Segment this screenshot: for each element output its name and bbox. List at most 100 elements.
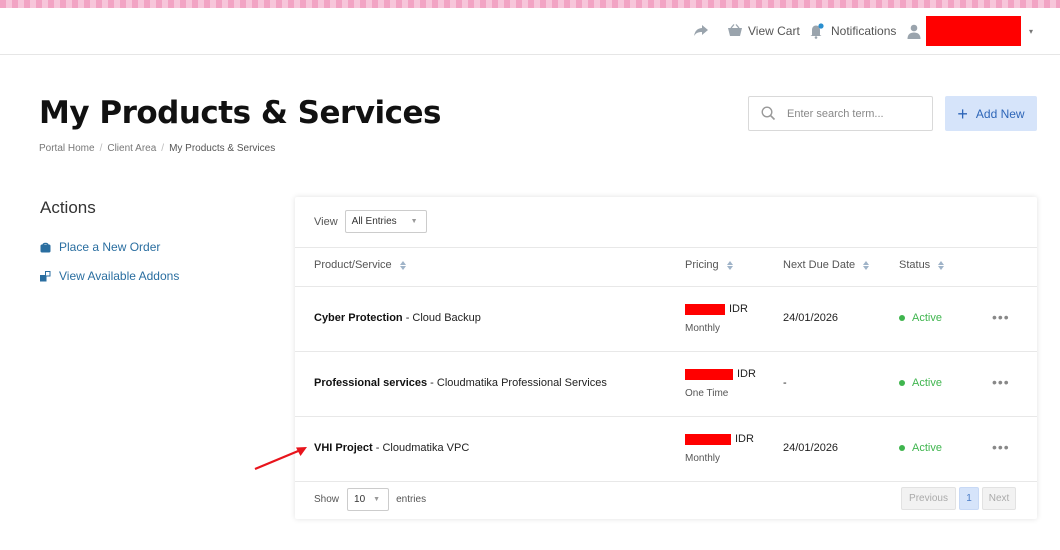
status-label: Active	[912, 377, 942, 389]
breadcrumb-client-area[interactable]: Client Area	[107, 143, 156, 154]
more-options-icon[interactable]: •••	[992, 309, 1010, 325]
price-amount: IDR	[685, 433, 754, 445]
next-due-date: 24/01/2026	[783, 442, 839, 454]
status-dot-icon	[899, 380, 905, 386]
search-box[interactable]	[748, 96, 933, 131]
show-label: Show	[314, 494, 340, 505]
redacted-price	[685, 433, 731, 445]
chevron-down-icon[interactable]: ▾	[1029, 27, 1033, 36]
product-detail: - Cloud Backup	[402, 312, 481, 324]
cart-icon	[728, 24, 742, 36]
page-length-select[interactable]: 10 ▼	[347, 488, 390, 511]
entries-label: entries	[396, 494, 427, 505]
status-dot-icon	[899, 315, 905, 321]
place-new-order-link[interactable]: Place a New Order	[40, 240, 160, 254]
status-badge: Active	[899, 312, 942, 324]
table-row[interactable]: VHI Project - Cloudmatika VPC IDR Monthl…	[295, 416, 1037, 481]
sort-icon	[399, 260, 406, 270]
chevron-down-icon: ▼	[373, 496, 381, 503]
product-name: Professional services - Cloudmatika Prof…	[314, 377, 607, 389]
next-page-button[interactable]: Next	[982, 487, 1016, 510]
price-currency: IDR	[729, 303, 748, 315]
next-due-date: 24/01/2026	[783, 312, 839, 324]
product-name: VHI Project - Cloudmatika VPC	[314, 442, 469, 454]
view-select-value: All Entries	[351, 216, 397, 227]
product-title: Cyber Protection	[314, 312, 403, 324]
status-label: Active	[912, 442, 942, 454]
page-1-button[interactable]: 1	[959, 487, 979, 510]
billing-cycle: One Time	[685, 388, 729, 399]
price-currency: IDR	[735, 433, 754, 445]
notifications-link[interactable]: Notifications	[809, 8, 896, 54]
column-header-status[interactable]: Status	[899, 259, 945, 271]
billing-cycle: Monthly	[685, 323, 721, 334]
divider	[295, 247, 1037, 248]
place-new-order-label: Place a New Order	[59, 240, 161, 254]
column-header-label: Status	[899, 259, 931, 271]
user-menu[interactable]: ▾	[907, 8, 1033, 54]
view-select[interactable]: All Entries ▼	[344, 210, 427, 233]
product-title: VHI Project	[314, 442, 373, 454]
sort-icon	[938, 260, 945, 270]
table-row[interactable]: Cyber Protection - Cloud Backup IDR Mont…	[295, 286, 1037, 351]
column-header-label: Pricing	[685, 259, 719, 271]
redacted-price	[685, 368, 733, 380]
more-options-icon[interactable]: •••	[992, 439, 1010, 455]
products-table-card: View All Entries ▼ Product/Service Prici…	[295, 197, 1037, 519]
view-label: View	[314, 215, 338, 228]
actions-heading: Actions	[40, 198, 96, 217]
status-badge: Active	[899, 377, 942, 389]
more-options-icon[interactable]: •••	[992, 374, 1010, 390]
column-header-label: Product/Service	[314, 259, 392, 271]
price-amount: IDR	[685, 368, 756, 380]
notifications-label: Notifications	[831, 24, 897, 38]
status-label: Active	[912, 312, 942, 324]
search-icon	[761, 106, 776, 121]
search-input[interactable]	[787, 107, 927, 120]
redacted-username	[926, 16, 1021, 46]
bell-icon	[810, 23, 824, 39]
column-header-product[interactable]: Product/Service	[314, 259, 406, 271]
view-cart-label: View Cart	[748, 24, 800, 38]
product-detail: - Cloudmatika Professional Services	[427, 377, 607, 389]
previous-page-button[interactable]: Previous	[901, 487, 956, 510]
page-title: My Products & Services	[39, 95, 442, 131]
breadcrumb-current: My Products & Services	[169, 143, 276, 154]
product-detail: - Cloudmatika VPC	[372, 442, 470, 454]
add-new-button[interactable]: + Add New	[945, 96, 1037, 131]
column-header-next-due[interactable]: Next Due Date	[783, 259, 870, 271]
column-header-pricing[interactable]: Pricing	[685, 259, 733, 271]
product-title: Professional services	[314, 377, 428, 389]
page-length-value: 10	[354, 494, 366, 505]
view-cart-link[interactable]: View Cart	[727, 8, 800, 54]
redacted-price	[685, 303, 725, 315]
column-header-label: Next Due Date	[783, 259, 856, 271]
status-badge: Active	[899, 442, 942, 454]
breadcrumb-separator: /	[99, 143, 103, 154]
breadcrumb: Portal Home / Client Area / My Products …	[39, 143, 275, 154]
add-new-label: Add New	[975, 106, 1025, 121]
top-navbar: View Cart Notifications ▾	[0, 8, 1060, 55]
price-currency: IDR	[737, 368, 756, 380]
price-amount: IDR	[685, 303, 748, 315]
share-icon[interactable]	[693, 8, 709, 54]
view-filter: View All Entries ▼	[314, 210, 427, 233]
top-decorative-stripe	[0, 0, 1060, 8]
shopping-bag-icon	[40, 242, 51, 252]
addons-cubes-icon	[40, 270, 51, 281]
breadcrumb-portal-home[interactable]: Portal Home	[39, 143, 95, 154]
billing-cycle: Monthly	[685, 453, 721, 464]
status-dot-icon	[899, 445, 905, 451]
page-length-control: Show 10 ▼ entries	[314, 488, 426, 511]
user-icon	[907, 24, 921, 39]
annotation-arrow-icon	[254, 447, 307, 471]
product-name: Cyber Protection - Cloud Backup	[314, 312, 481, 324]
table-row[interactable]: Professional services - Cloudmatika Prof…	[295, 351, 1037, 416]
pagination: Previous 1 Next	[901, 487, 1016, 510]
divider	[295, 481, 1037, 482]
view-addons-label: View Available Addons	[59, 269, 180, 283]
sort-icon	[726, 260, 733, 270]
plus-icon: +	[957, 103, 968, 124]
breadcrumb-separator: /	[161, 143, 165, 154]
view-addons-link[interactable]: View Available Addons	[40, 269, 179, 283]
